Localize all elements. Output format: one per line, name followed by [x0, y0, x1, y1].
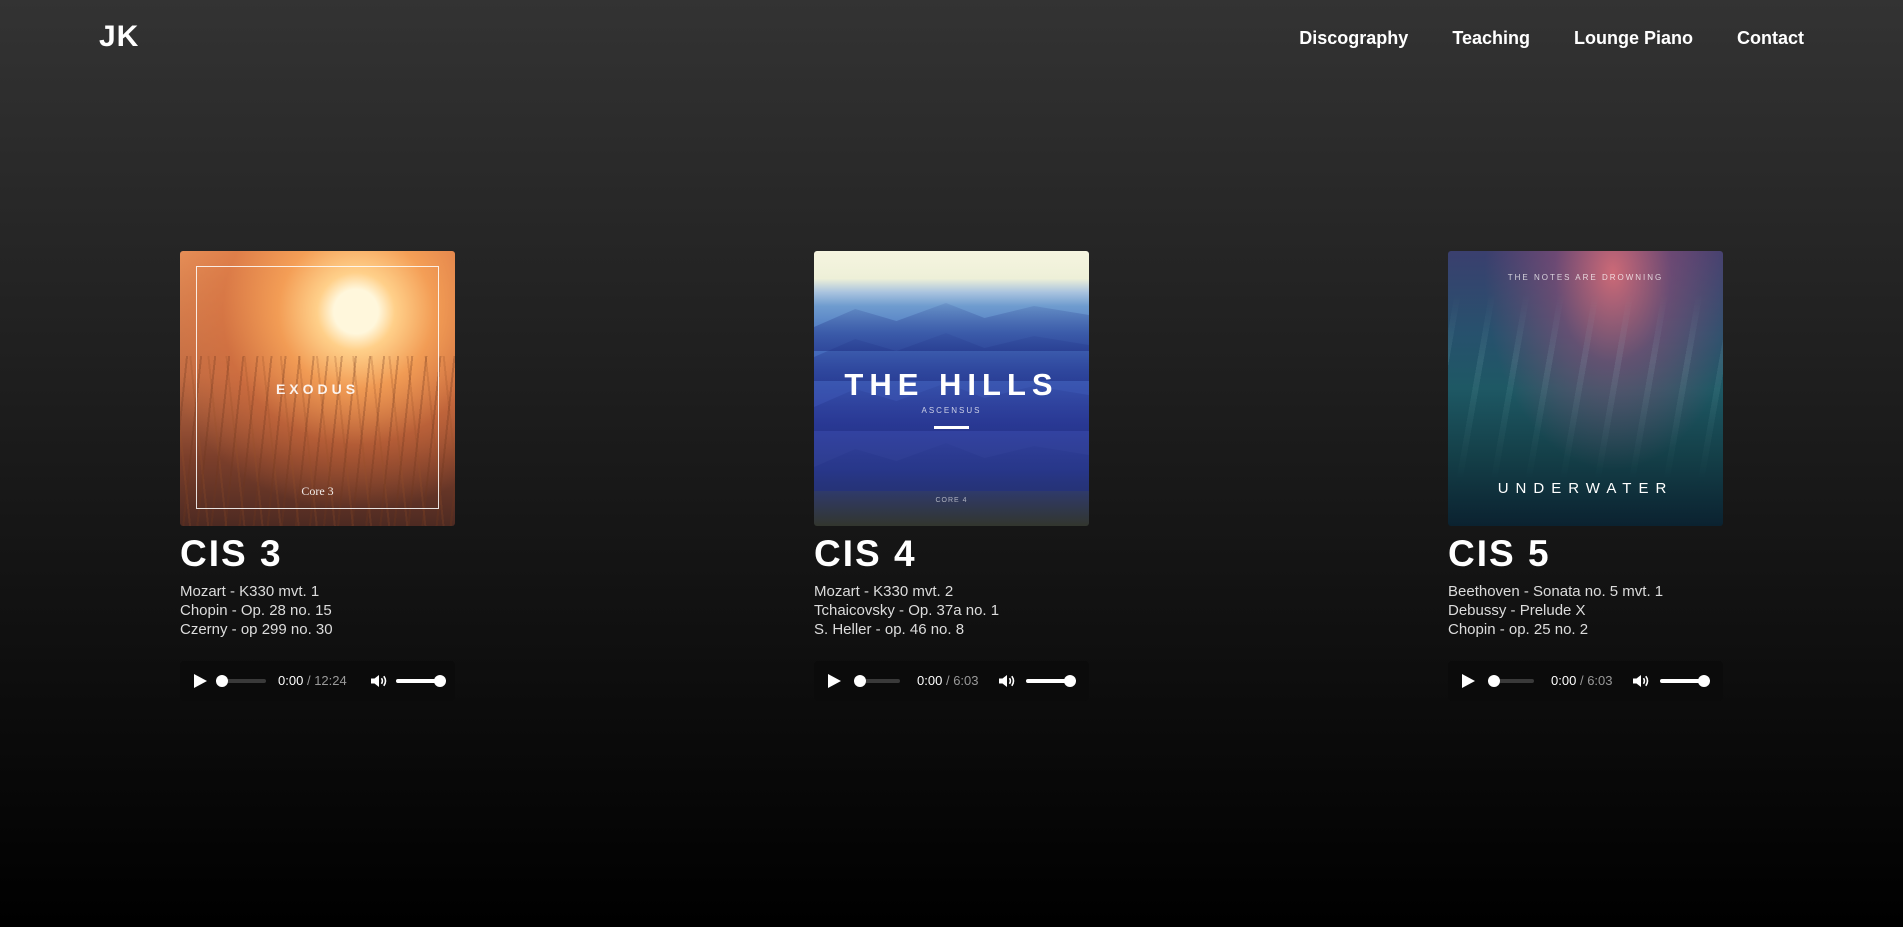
current-time: 0:00	[1551, 673, 1577, 688]
track-item: Chopin - Op. 28 no. 15	[180, 602, 332, 619]
current-time: 0:00	[917, 673, 943, 688]
nav-contact[interactable]: Contact	[1737, 28, 1804, 49]
main-nav: Discography Teaching Lounge Piano Contac…	[1299, 28, 1804, 49]
cover-footer: CORE 4	[935, 497, 968, 504]
track-item: S. Heller - op. 46 no. 8	[814, 621, 965, 638]
track-list: Mozart - K330 mvt. 2 Tchaicovsky - Op. 3…	[814, 582, 1089, 639]
cover-title: UNDERWATER	[1497, 480, 1674, 497]
audio-player: 0:00 / 6:03	[1448, 661, 1723, 701]
cover-divider	[934, 426, 969, 429]
time-display: 0:00 / 12:24	[278, 673, 347, 688]
volume-icon[interactable]	[370, 674, 388, 688]
duration: 6:03	[953, 673, 979, 688]
seek-handle[interactable]	[854, 675, 866, 687]
album-cover-image: THE HILLS ASCENSUS CORE 4	[814, 251, 1089, 526]
track-item: Mozart - K330 mvt. 2	[814, 583, 954, 600]
track-item: Beethoven - Sonata no. 5 mvt. 1	[1448, 583, 1664, 600]
play-icon[interactable]	[1462, 674, 1475, 688]
volume-handle[interactable]	[1064, 675, 1076, 687]
volume-handle[interactable]	[434, 675, 446, 687]
duration: 12:24	[314, 673, 347, 688]
album-card: EXODUS Core 3 CIS 3 Mozart - K330 mvt. 1…	[180, 251, 455, 701]
volume-slider[interactable]	[1660, 675, 1710, 687]
time-separator: /	[945, 673, 950, 688]
track-item: Czerny - op 299 no. 30	[180, 621, 333, 638]
seek-slider[interactable]	[216, 675, 266, 687]
album-title: CIS 3	[180, 533, 283, 574]
time-display: 0:00 / 6:03	[1551, 673, 1613, 688]
album-cover-image: THE NOTES ARE DROWNING UNDERWATER	[1448, 251, 1723, 526]
audio-player: 0:00 / 12:24	[180, 661, 455, 701]
seek-slider[interactable]	[854, 675, 900, 687]
album-cover-image: EXODUS Core 3	[180, 251, 455, 526]
cover-title: THE HILLS	[844, 367, 1059, 402]
volume-slider[interactable]	[1026, 675, 1076, 687]
seek-slider[interactable]	[1488, 675, 1534, 687]
track-item: Mozart - K330 mvt. 1	[180, 583, 320, 600]
volume-slider[interactable]	[396, 675, 446, 687]
site-header: JK Discography Teaching Lounge Piano Con…	[0, 0, 1903, 78]
audio-player: 0:00 / 6:03	[814, 661, 1089, 701]
volume-icon[interactable]	[1632, 674, 1650, 688]
cover-subtitle: ASCENSUS	[921, 406, 982, 415]
current-time: 0:00	[278, 673, 304, 688]
track-item: Tchaicovsky - Op. 37a no. 1	[814, 602, 1000, 619]
track-item: Debussy - Prelude X	[1448, 602, 1586, 619]
play-icon[interactable]	[194, 674, 207, 688]
nav-lounge-piano[interactable]: Lounge Piano	[1574, 28, 1693, 49]
cover-tagline: THE NOTES ARE DROWNING	[1507, 273, 1664, 282]
album-card: THE NOTES ARE DROWNING UNDERWATER CIS 5 …	[1448, 251, 1723, 701]
cover-ridge-decoration	[814, 443, 1089, 491]
album-title: CIS 4	[814, 533, 917, 574]
time-display: 0:00 / 6:03	[917, 673, 979, 688]
cover-title: EXODUS	[275, 381, 360, 397]
logo[interactable]: JK	[99, 20, 139, 54]
volume-handle[interactable]	[1698, 675, 1710, 687]
volume-icon[interactable]	[998, 674, 1016, 688]
album-card: THE HILLS ASCENSUS CORE 4 CIS 4 Mozart -…	[814, 251, 1089, 701]
time-separator: /	[1579, 673, 1584, 688]
track-list: Beethoven - Sonata no. 5 mvt. 1 Debussy …	[1448, 582, 1723, 639]
seek-handle[interactable]	[216, 675, 228, 687]
nav-discography[interactable]: Discography	[1299, 28, 1408, 49]
time-separator: /	[306, 673, 311, 688]
duration: 6:03	[1587, 673, 1613, 688]
album-list: EXODUS Core 3 CIS 3 Mozart - K330 mvt. 1…	[180, 251, 1723, 701]
cover-subtitle: Core 3	[301, 484, 334, 498]
seek-handle[interactable]	[1488, 675, 1500, 687]
track-item: Chopin - op. 25 no. 2	[1448, 621, 1589, 638]
nav-teaching[interactable]: Teaching	[1452, 28, 1530, 49]
album-title: CIS 5	[1448, 533, 1551, 574]
play-icon[interactable]	[828, 674, 841, 688]
track-list: Mozart - K330 mvt. 1 Chopin - Op. 28 no.…	[180, 582, 455, 639]
